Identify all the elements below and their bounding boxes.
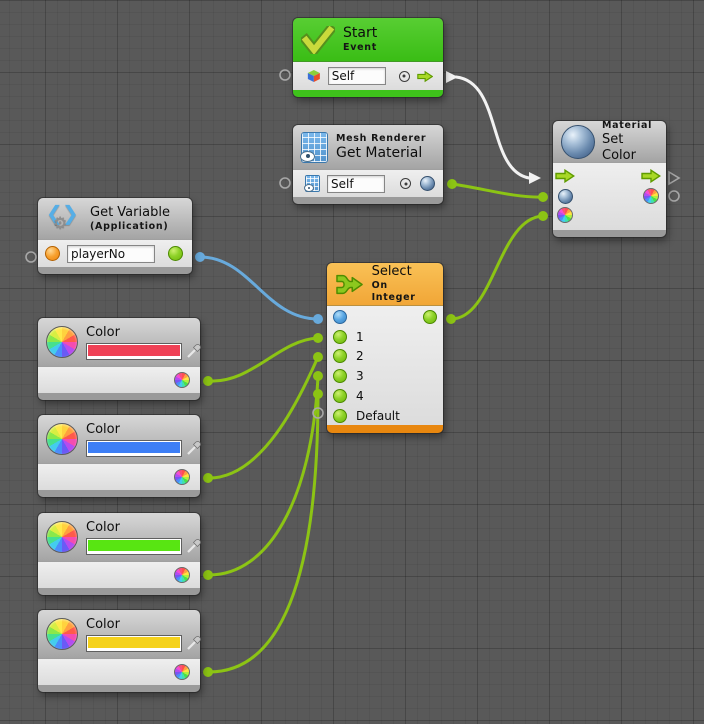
wire-select-to-setcolor[interactable] [451, 216, 543, 319]
wire-color1-to-select[interactable] [208, 338, 318, 381]
wire-start-to-setcolor[interactable] [456, 77, 529, 178]
start-left-open-port[interactable] [280, 70, 290, 80]
select-option-row: Default [327, 406, 443, 426]
color-out-port[interactable] [174, 372, 190, 388]
select-option-row: 3 [327, 366, 443, 386]
material-in-port[interactable] [558, 189, 573, 204]
select-option-row: 2 [327, 347, 443, 367]
node-color-3[interactable]: Color [38, 513, 200, 595]
color-swatch-field[interactable] [86, 440, 182, 457]
node-get-material[interactable]: Mesh Renderer Get Material [293, 125, 443, 204]
option-label: Default [356, 409, 400, 423]
node-get-variable[interactable]: ❮❯⚙ Get Variable (Application) [38, 198, 192, 274]
color-swatch-field[interactable] [86, 343, 182, 360]
material-out-port[interactable] [420, 176, 435, 191]
node-color-4[interactable]: Color [38, 610, 200, 692]
select-option-row: 1 [327, 327, 443, 347]
start-self-input[interactable] [328, 67, 386, 85]
wire-material-to-setcolor[interactable] [452, 184, 543, 197]
node-title: Color [86, 422, 201, 438]
selector-in-port[interactable] [333, 310, 347, 324]
color-out-port[interactable] [174, 469, 190, 485]
wire-variable-to-select[interactable] [200, 257, 318, 319]
node-subtitle: (Application) [90, 221, 170, 233]
node-subtitle: Event [343, 42, 377, 54]
select-selector-row [327, 307, 443, 327]
color-wheel-icon [46, 326, 78, 358]
option-label: 1 [356, 330, 364, 344]
color-in-port[interactable] [557, 207, 573, 223]
node-title: Start [343, 25, 377, 42]
graph-canvas[interactable]: Start Event Mesh [0, 0, 704, 724]
node-title: Set Color [602, 132, 658, 164]
variable-value-out-port[interactable] [168, 246, 183, 261]
color-wheel-icon [46, 423, 78, 455]
color-out-port[interactable] [174, 567, 190, 583]
select-result-out-port[interactable] [423, 310, 437, 324]
value-out-outline-port[interactable] [669, 191, 679, 201]
node-select[interactable]: Select On Integer 1 2 3 4 [327, 263, 443, 433]
getmaterial-self-input[interactable] [327, 175, 385, 193]
variable-brackets-gear-icon: ❮❯⚙ [46, 204, 82, 234]
node-color-1[interactable]: Color [38, 318, 200, 400]
flow-out-arrow-port[interactable] [417, 70, 433, 83]
node-title: Select [372, 264, 435, 280]
color-swatch-field[interactable] [86, 538, 182, 555]
flow-out-outline-port[interactable] [669, 172, 679, 184]
option-2-port[interactable] [333, 349, 347, 363]
gameobject-cube-icon [307, 68, 321, 84]
node-category: Mesh Renderer [336, 133, 426, 145]
wire-arrowhead [529, 172, 541, 184]
option-default-port[interactable] [333, 409, 347, 423]
eyedropper-icon[interactable] [187, 344, 201, 358]
wire-color4-to-select[interactable] [208, 394, 318, 672]
material-value-out-port[interactable] [643, 188, 659, 204]
node-title: Color [86, 520, 201, 536]
eyedropper-icon[interactable] [187, 636, 201, 650]
node-subtitle: On Integer [372, 280, 435, 304]
color-out-port[interactable] [174, 664, 190, 680]
option-3-port[interactable] [333, 369, 347, 383]
variable-name-port[interactable] [45, 246, 60, 261]
select-option-row: 4 [327, 386, 443, 406]
node-start[interactable]: Start Event [293, 18, 443, 97]
node-category: Material [602, 120, 658, 132]
option-label: 4 [356, 389, 364, 403]
mesh-renderer-small-icon [305, 175, 320, 192]
node-title: Color [86, 325, 201, 341]
wire-color2-to-select[interactable] [208, 357, 318, 478]
eyedropper-icon[interactable] [187, 539, 201, 553]
node-color-2[interactable]: Color [38, 415, 200, 497]
mesh-renderer-icon [301, 132, 328, 163]
node-title: Color [86, 617, 201, 633]
target-picker-icon[interactable] [400, 178, 411, 189]
getmaterial-left-open-port[interactable] [280, 178, 290, 188]
color-wheel-icon [46, 521, 78, 553]
node-title: Get Material [336, 145, 426, 162]
color-swatch-field[interactable] [86, 635, 182, 652]
variable-name-input[interactable] [67, 245, 155, 263]
flow-in-arrow-port[interactable] [555, 169, 575, 183]
getvariable-left-open-port[interactable] [26, 252, 36, 262]
node-title: Get Variable [90, 205, 170, 221]
option-4-port[interactable] [333, 389, 347, 403]
material-sphere-icon [561, 125, 595, 159]
wire-arrowhead [446, 71, 458, 83]
node-set-color[interactable]: Material Set Color [553, 121, 666, 237]
color-wheel-icon [46, 618, 78, 650]
check-icon [301, 26, 335, 54]
eyedropper-icon[interactable] [187, 441, 201, 455]
flow-out-arrow-port[interactable] [641, 169, 661, 183]
option-label: 3 [356, 369, 364, 383]
option-label: 2 [356, 349, 364, 363]
option-1-port[interactable] [333, 330, 347, 344]
target-picker-icon[interactable] [399, 71, 410, 82]
select-merge-arrow-icon [335, 273, 365, 296]
